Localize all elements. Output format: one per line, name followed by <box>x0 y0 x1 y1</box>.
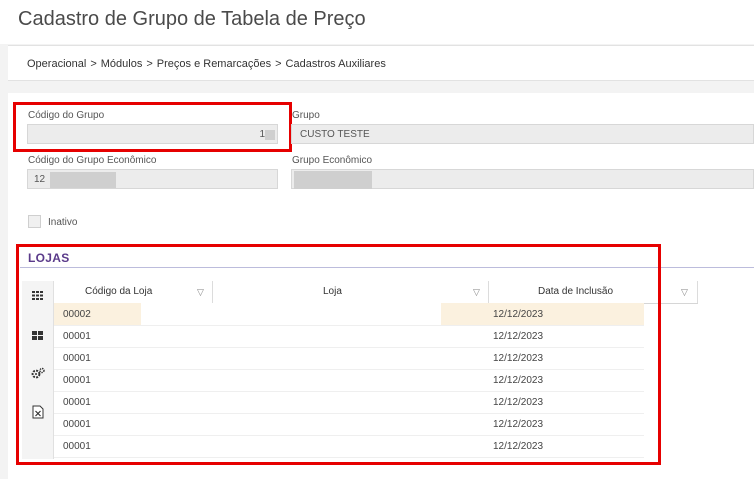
filter-icon[interactable]: ▽ <box>681 287 688 298</box>
breadcrumb-item-cadastros-auxiliares[interactable]: Cadastros Auxiliares <box>286 58 386 70</box>
grupo-value: CUSTO TESTE <box>300 129 370 140</box>
grupo-economico-label: Grupo Econômico <box>292 155 373 166</box>
highlight-box-codigo-grupo <box>13 102 292 152</box>
breadcrumb-separator: > <box>90 58 97 70</box>
codigo-grupo-economico-field[interactable]: 12 <box>27 169 278 189</box>
codigo-grupo-economico-label: Código do Grupo Econômico <box>28 155 157 166</box>
page-title: Cadastro de Grupo de Tabela de Preço <box>18 8 366 30</box>
highlight-box-lojas <box>16 244 661 465</box>
breadcrumb-item-modulos[interactable]: Módulos <box>101 58 143 70</box>
title-bar: Cadastro de Grupo de Tabela de Preço <box>0 0 754 44</box>
breadcrumb-separator: > <box>275 58 282 70</box>
redaction-mask <box>50 172 116 188</box>
inativo-checkbox[interactable] <box>28 215 41 228</box>
grupo-field[interactable]: CUSTO TESTE <box>291 124 754 144</box>
grupo-economico-field[interactable] <box>291 169 754 189</box>
codigo-grupo-economico-value: 12 <box>34 174 46 185</box>
inativo-label: Inativo <box>48 217 78 228</box>
breadcrumb-bar: Operacional > Módulos > Preços e Remarcações… <box>8 45 754 81</box>
breadcrumb-item-operacional[interactable]: Operacional <box>27 58 86 70</box>
breadcrumb-item-precos[interactable]: Preços e Remarcações <box>157 58 271 70</box>
breadcrumb: Operacional > Módulos > Preços e Remarcações… <box>27 58 386 70</box>
grupo-label: Grupo <box>292 110 320 121</box>
redaction-mask <box>294 171 372 189</box>
breadcrumb-separator: > <box>146 58 153 70</box>
